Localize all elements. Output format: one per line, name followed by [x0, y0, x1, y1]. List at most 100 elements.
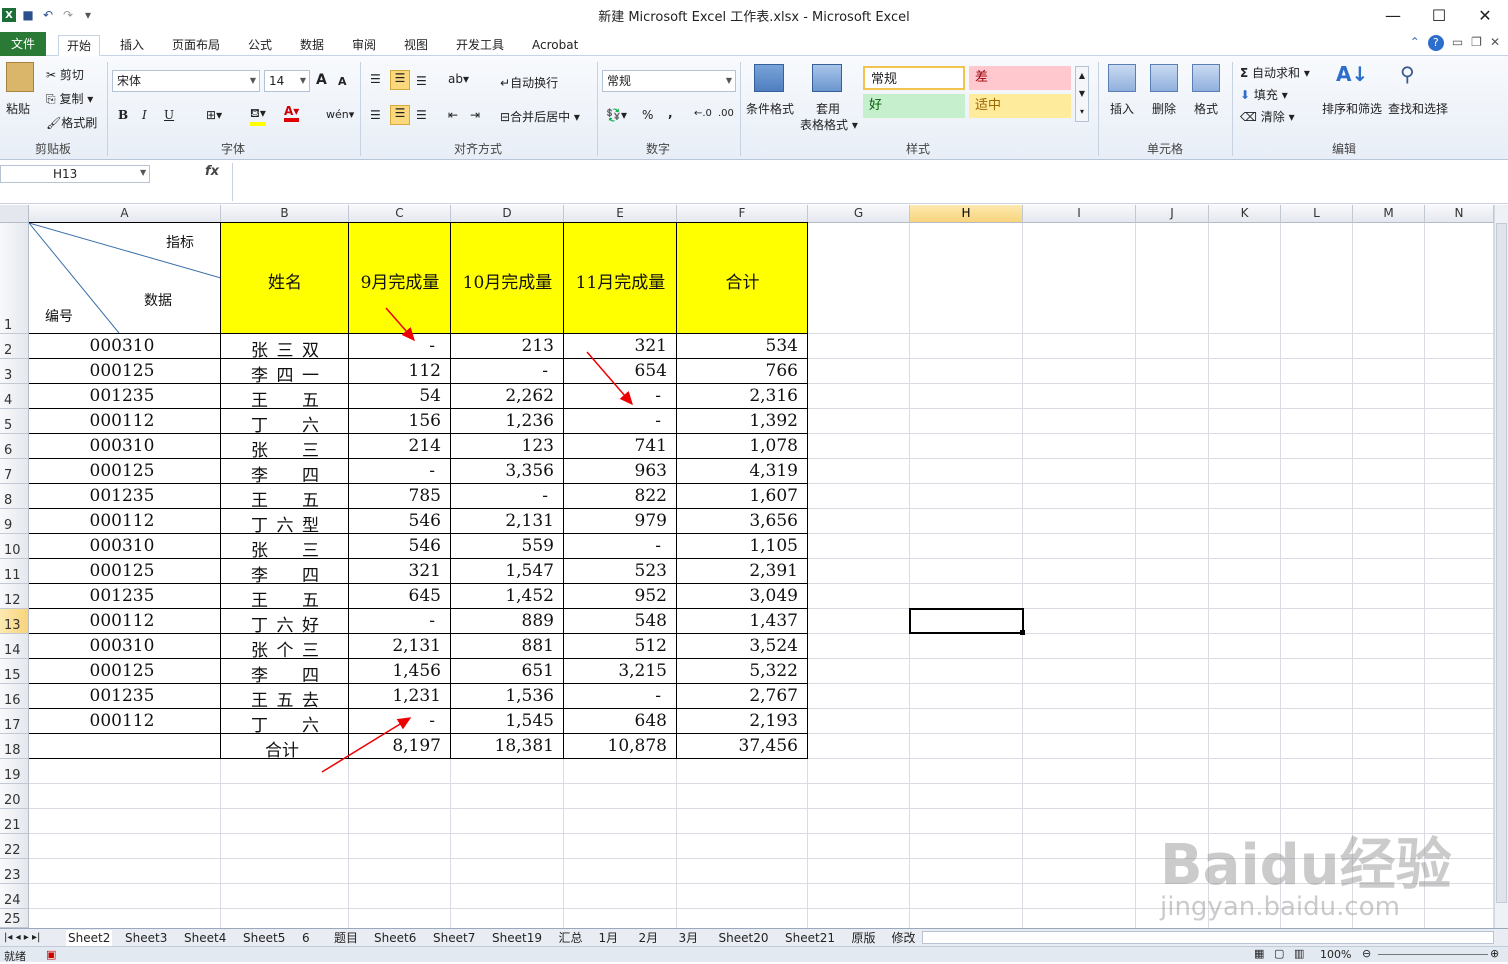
row-header-7[interactable]: 7 — [0, 459, 29, 484]
view-layout-icon[interactable]: ▢ — [1274, 947, 1284, 960]
tab-data[interactable]: 数据 — [292, 35, 332, 56]
ribbon-collapse-icon[interactable]: ⌃ — [1410, 35, 1420, 51]
sheet-tab-12[interactable]: 3月 — [679, 930, 699, 946]
column-header-g[interactable]: G — [808, 205, 910, 223]
cell-id[interactable]: 000112 — [33, 411, 211, 431]
align-bottom-icon[interactable]: ☰ — [416, 74, 427, 88]
bold-button[interactable]: B — [118, 108, 128, 122]
tab-acrobat[interactable]: Acrobat — [524, 35, 586, 56]
column-header-n[interactable]: N — [1425, 205, 1494, 223]
cell-value[interactable]: 2,767 — [681, 686, 798, 706]
find-select-button[interactable]: 查找和选择 — [1388, 100, 1448, 117]
sheet-tab-13[interactable]: Sheet20 — [719, 930, 769, 946]
row-header-15[interactable]: 15 — [0, 659, 29, 684]
align-center-icon[interactable]: ☰ — [390, 105, 410, 125]
row-header-6[interactable]: 6 — [0, 434, 29, 459]
doc-close-icon[interactable]: ✕ — [1490, 35, 1500, 51]
name-box[interactable]: H13 — [0, 165, 150, 183]
row-header-18[interactable]: 18 — [0, 734, 29, 759]
row-header-23[interactable]: 23 — [0, 859, 29, 884]
chevron-down-icon[interactable]: ▼ — [140, 168, 146, 177]
number-format-select[interactable]: 常规 ▼ — [602, 70, 736, 92]
row-header-20[interactable]: 20 — [0, 784, 29, 809]
cell-id[interactable]: 000112 — [33, 711, 211, 731]
minimize-icon[interactable]: — — [1370, 0, 1416, 30]
sheet-tab-7[interactable]: Sheet7 — [433, 930, 475, 946]
selected-cell-h13[interactable] — [909, 608, 1024, 634]
row-header-11[interactable]: 11 — [0, 559, 29, 584]
cell-id[interactable]: 000310 — [33, 336, 211, 356]
underline-button[interactable]: U — [164, 108, 174, 122]
cell-id[interactable]: 001235 — [33, 386, 211, 406]
border-button[interactable]: ⊞▾ — [206, 108, 222, 122]
total-sum[interactable]: 37,456 — [681, 736, 798, 756]
style-normal[interactable]: 常规 — [863, 66, 965, 90]
font-size-select[interactable]: 14 ▼ — [264, 70, 310, 92]
macro-record-icon[interactable]: ▣ — [46, 948, 56, 961]
cell-value[interactable]: 4,319 — [681, 461, 798, 481]
tab-page-layout[interactable]: 页面布局 — [164, 35, 228, 56]
conditional-format-button[interactable]: 条件格式 — [746, 100, 794, 117]
row-header-16[interactable]: 16 — [0, 684, 29, 709]
row-header-4[interactable]: 4 — [0, 384, 29, 409]
cell-value[interactable]: 1,437 — [681, 611, 798, 631]
column-header-h[interactable]: H — [910, 205, 1023, 223]
indent-increase-icon[interactable]: ⇥ — [470, 108, 480, 122]
insert-function-icon[interactable]: fx — [205, 164, 219, 179]
row-header-17[interactable]: 17 — [0, 709, 29, 734]
tab-formulas[interactable]: 公式 — [240, 35, 280, 56]
sheet-tab-8[interactable]: Sheet19 — [492, 930, 542, 946]
cell-id[interactable]: 000125 — [33, 661, 211, 681]
sheet-tab-10[interactable]: 1月 — [599, 930, 619, 946]
comma-button[interactable]: , — [668, 106, 673, 120]
row-header-14[interactable]: 14 — [0, 634, 29, 659]
fill-handle[interactable] — [1020, 630, 1025, 635]
column-header-d[interactable]: D — [451, 205, 564, 223]
cell-id[interactable]: 001235 — [33, 486, 211, 506]
cell-id[interactable]: 000310 — [33, 536, 211, 556]
cell-value[interactable]: 5,322 — [681, 661, 798, 681]
cell-value[interactable]: 3,524 — [681, 636, 798, 656]
sheet-tab-15[interactable]: 原版 — [852, 930, 876, 946]
sort-filter-button[interactable]: 排序和筛选 — [1322, 100, 1382, 117]
style-neutral[interactable]: 适中 — [969, 94, 1071, 118]
align-top-icon[interactable]: ☰ — [370, 72, 381, 86]
tab-review[interactable]: 审阅 — [344, 35, 384, 56]
decrease-decimal-icon[interactable]: .00 — [718, 108, 734, 119]
formula-input[interactable] — [232, 163, 1494, 201]
paste-icon[interactable] — [6, 62, 34, 92]
row-header-10[interactable]: 10 — [0, 534, 29, 559]
cell-value[interactable]: 2,391 — [681, 561, 798, 581]
currency-button[interactable]: 💱▾ — [606, 108, 627, 122]
fill-button[interactable]: ⬇ 填充 ▾ — [1240, 86, 1288, 103]
tab-view[interactable]: 视图 — [396, 35, 436, 56]
sheet-tab-0[interactable]: Sheet2 — [66, 930, 113, 946]
column-header-l[interactable]: L — [1281, 205, 1353, 223]
column-header-c[interactable]: C — [349, 205, 451, 223]
cell-value[interactable]: 3,049 — [681, 586, 798, 606]
italic-button[interactable]: I — [142, 108, 147, 122]
zoom-level[interactable]: 100% — [1320, 948, 1351, 961]
row-header-2[interactable]: 2 — [0, 334, 29, 359]
cell-value[interactable]: 2,193 — [681, 711, 798, 731]
fill-color-button[interactable]: ⛾▾ — [250, 106, 266, 126]
vertical-scroll-thumb[interactable] — [1496, 223, 1507, 903]
autosum-button[interactable]: Σ 自动求和 ▾ — [1240, 64, 1310, 81]
row-header-25[interactable]: 25 — [0, 909, 29, 928]
indent-decrease-icon[interactable]: ⇤ — [448, 108, 458, 122]
style-bad[interactable]: 差 — [969, 66, 1071, 90]
cell-value[interactable]: 2,316 — [681, 386, 798, 406]
row-header-12[interactable]: 12 — [0, 584, 29, 609]
sheet-tab-16[interactable]: 修改 — [892, 930, 916, 946]
cell-value[interactable]: 1,078 — [681, 436, 798, 456]
sheet-tab-2[interactable]: Sheet4 — [184, 930, 226, 946]
column-header-a[interactable]: A — [29, 205, 221, 223]
row-header-19[interactable]: 19 — [0, 759, 29, 784]
clear-button[interactable]: ⌫ 清除 ▾ — [1240, 108, 1295, 125]
doc-minimize-icon[interactable]: ▭ — [1452, 35, 1463, 51]
maximize-icon[interactable]: ☐ — [1416, 0, 1462, 30]
align-middle-icon[interactable]: ☰ — [390, 70, 410, 90]
cell-id[interactable]: 000125 — [33, 461, 211, 481]
tab-home[interactable]: 开始 — [58, 35, 101, 56]
sheet-tab-1[interactable]: Sheet3 — [125, 930, 167, 946]
